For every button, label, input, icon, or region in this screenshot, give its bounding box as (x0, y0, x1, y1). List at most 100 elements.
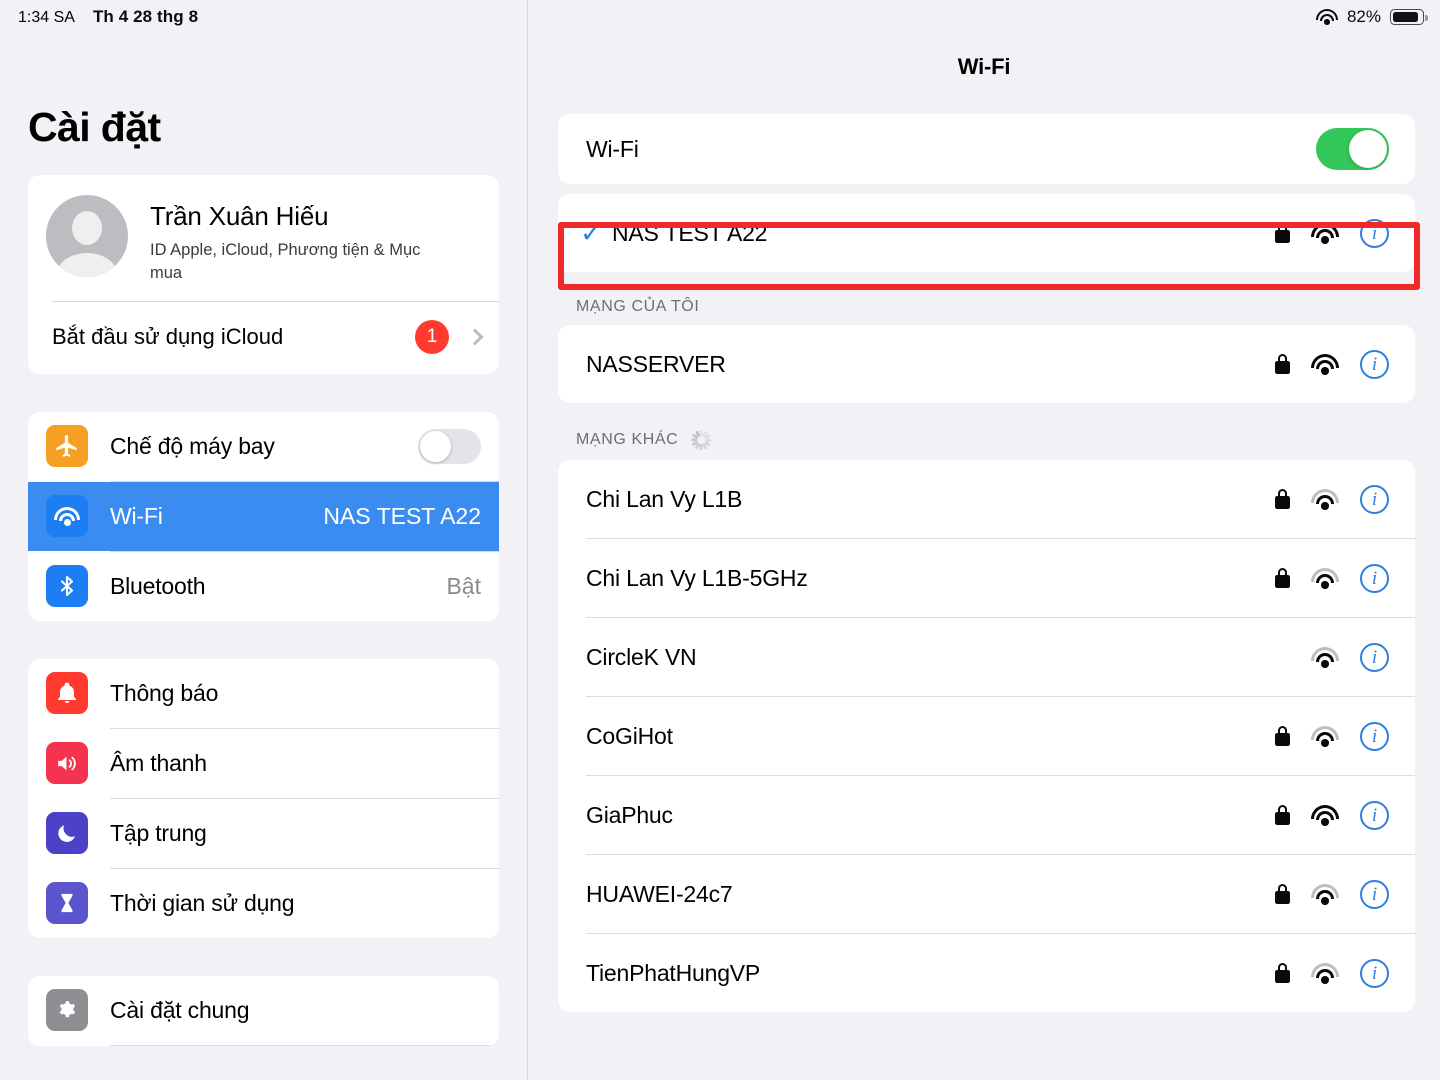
sidebar-group-general: Cài đặt chung (28, 975, 499, 1046)
network-row[interactable]: CoGiHot i (558, 697, 1415, 775)
sidebar-item-label: Âm thanh (110, 749, 207, 776)
network-row[interactable]: Chi Lan Vy L1B i (558, 460, 1415, 538)
connected-network-row[interactable]: ✓ NAS TEST A22 i (558, 194, 1415, 272)
network-row[interactable]: HUAWEI-24c7 i (558, 855, 1415, 933)
hourglass-icon (46, 882, 88, 925)
wifi-signal-icon (1311, 804, 1339, 826)
sidebar-item-general[interactable]: Cài đặt chung (28, 976, 499, 1045)
wifi-signal-icon (1311, 567, 1339, 589)
other-networks-card: Chi Lan Vy L1B i Chi Lan Vy L1B-5GHz i Circl… (558, 460, 1415, 1012)
speaker-icon (46, 742, 88, 785)
network-name: Chi Lan Vy L1B (586, 485, 743, 512)
pane-title: Wi-Fi (957, 54, 1011, 79)
bluetooth-icon (46, 565, 88, 608)
sidebar-item-wifi[interactable]: Wi-Fi NAS TEST A22 (28, 481, 499, 551)
wifi-signal-icon (1311, 353, 1339, 375)
page-title: Cài đặt (28, 104, 161, 150)
info-circle-icon[interactable]: i (1360, 484, 1389, 514)
sidebar-group-system: Thông báo Âm thanh Tập trung Thời gian s… (28, 658, 499, 938)
status-bar: 1:34 SA Th 4 28 thg 8 82% (0, 0, 1440, 34)
lock-icon (1275, 725, 1290, 747)
sidebar-item-bluetooth[interactable]: Bluetooth Bật (28, 552, 499, 621)
moon-icon (46, 812, 88, 855)
info-circle-icon[interactable]: i (1360, 563, 1389, 593)
lock-icon (1275, 488, 1290, 510)
chevron-right-icon (466, 328, 484, 346)
wifi-signal-icon (1311, 488, 1339, 510)
airplane-icon (46, 425, 88, 468)
battery-icon (1390, 9, 1428, 25)
sidebar-item-label: Chế độ máy bay (110, 432, 275, 459)
other-networks-header: MẠNG KHÁC (576, 429, 1440, 451)
wifi-detail-pane: Wi-Fi Wi-Fi ✓ NAS TEST A22 i MẠNG CỦA TÔ… (528, 0, 1440, 1080)
info-circle-icon[interactable]: i (1360, 218, 1389, 248)
connected-network-card: ✓ NAS TEST A22 i (558, 194, 1415, 272)
my-networks-header: MẠNG CỦA TÔI (576, 298, 700, 315)
info-circle-icon[interactable]: i (1360, 879, 1389, 909)
apple-id-card: Trần Xuân Hiếu ID Apple, iCloud, Phương … (28, 175, 499, 374)
network-name: HUAWEI-24c7 (586, 880, 733, 907)
settings-sidebar: Cài đặt Trần Xuân Hiếu ID Apple, iCloud,… (0, 0, 528, 1080)
wifi-signal-icon (1311, 646, 1339, 668)
wifi-toggle-label: Wi-Fi (586, 135, 639, 162)
battery-percent-label: 82% (1346, 7, 1381, 26)
icloud-setup-label: Bắt đầu sử dụng iCloud (52, 323, 284, 349)
sidebar-item-label: Wi-Fi (110, 502, 163, 529)
sidebar-group-connectivity: Chế độ máy bay Wi-Fi NAS TEST A22 Blueto… (28, 411, 499, 621)
info-circle-icon[interactable]: i (1360, 642, 1389, 672)
network-row[interactable]: TienPhatHungVP i (558, 934, 1415, 1012)
checkmark-icon: ✓ (580, 217, 603, 248)
lock-icon (1275, 883, 1290, 905)
sidebar-item-airplane-mode[interactable]: Chế độ máy bay (28, 412, 499, 481)
airplane-mode-toggle[interactable] (418, 428, 481, 464)
wifi-toggle-row[interactable]: Wi-Fi (558, 114, 1415, 184)
wifi-toggle-card: Wi-Fi (558, 114, 1415, 184)
status-badge: 1 (415, 319, 449, 354)
info-circle-icon[interactable]: i (1360, 800, 1389, 830)
status-bar-left: 1:34 SA Th 4 28 thg 8 (18, 7, 198, 27)
sidebar-item-focus[interactable]: Tập trung (28, 799, 499, 868)
network-row[interactable]: NASSERVER i (558, 325, 1415, 403)
wifi-signal-icon (1311, 883, 1339, 905)
icloud-setup-row[interactable]: Bắt đầu sử dụng iCloud 1 (28, 302, 499, 374)
person-avatar-icon (46, 195, 128, 277)
wifi-icon (46, 495, 88, 538)
wifi-signal-icon (1311, 725, 1339, 747)
network-row[interactable]: CircleK VN i (558, 618, 1415, 696)
network-row[interactable]: GiaPhuc i (558, 776, 1415, 854)
lock-icon (1275, 804, 1290, 826)
sidebar-item-sounds[interactable]: Âm thanh (28, 729, 499, 798)
sidebar-item-value: Bật (446, 572, 481, 599)
lock-icon (1275, 962, 1290, 984)
wifi-signal-icon (1311, 962, 1339, 984)
lock-icon (1275, 353, 1290, 375)
network-name: TienPhatHungVP (586, 959, 761, 986)
bell-icon (46, 672, 88, 715)
sidebar-item-screen-time[interactable]: Thời gian sử dụng (28, 869, 499, 938)
status-bar-date: Th 4 28 thg 8 (92, 7, 199, 26)
wifi-toggle[interactable] (1316, 128, 1389, 170)
sidebar-item-label: Thông báo (110, 679, 219, 706)
network-name: Chi Lan Vy L1B-5GHz (586, 564, 808, 591)
account-name: Trần Xuân Hiếu (150, 201, 329, 231)
network-name: NASSERVER (586, 350, 726, 377)
apple-id-row[interactable]: Trần Xuân Hiếu ID Apple, iCloud, Phương … (28, 175, 499, 301)
info-circle-icon[interactable]: i (1360, 958, 1389, 988)
loading-spinner-icon (690, 429, 712, 451)
network-name: NAS TEST A22 (612, 219, 768, 246)
sidebar-item-label: Bluetooth (110, 572, 206, 599)
status-bar-right: 82% (1315, 7, 1428, 27)
divider (110, 1044, 499, 1046)
my-networks-card: NASSERVER i (558, 325, 1415, 403)
info-circle-icon[interactable]: i (1360, 349, 1389, 379)
lock-icon (1275, 222, 1290, 244)
sidebar-item-label: Tập trung (110, 819, 207, 846)
status-wifi-icon (1315, 9, 1338, 25)
sidebar-item-value: NAS TEST A22 (323, 502, 481, 529)
account-subtitle: ID Apple, iCloud, Phương tiện & Mục mua (150, 241, 421, 282)
info-circle-icon[interactable]: i (1360, 721, 1389, 751)
network-name: CircleK VN (586, 643, 697, 670)
sidebar-item-notifications[interactable]: Thông báo (28, 659, 499, 728)
network-row[interactable]: Chi Lan Vy L1B-5GHz i (558, 539, 1415, 617)
sidebar-item-label: Cài đặt chung (110, 996, 250, 1023)
